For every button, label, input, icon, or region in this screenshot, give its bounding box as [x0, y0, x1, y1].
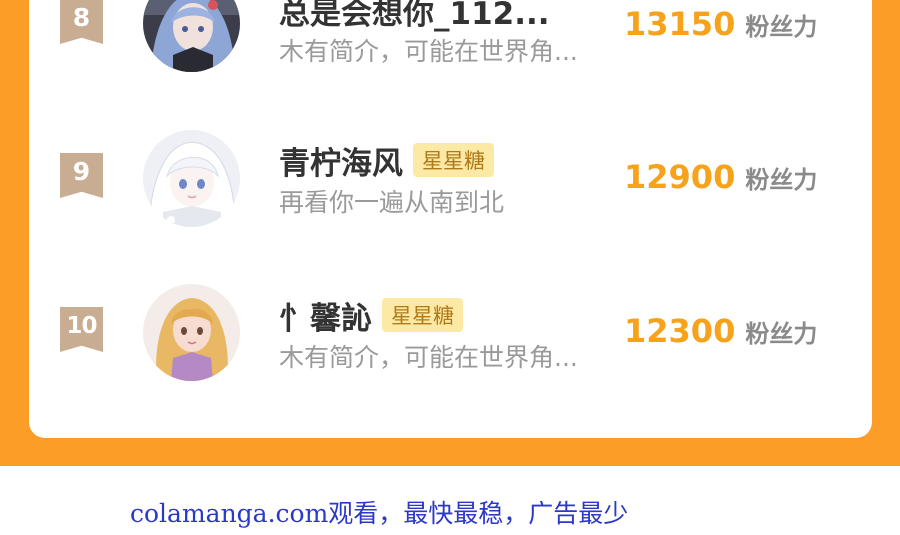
- user-name: 青柠海风: [279, 145, 403, 182]
- avatar-image-anime-girl-white-hair: [143, 130, 240, 227]
- user-bio: 再看你一遍从南到北: [279, 188, 505, 217]
- user-name: 忄馨訫: [279, 300, 372, 337]
- fan-power-label: 粉丝力: [745, 166, 818, 194]
- rank-ribbon: 8: [60, 0, 103, 44]
- ranking-row[interactable]: 9 青柠海风 星星糖 再看你一遍从南到北 12900 粉丝力: [0, 128, 900, 228]
- fan-power-value: 12900: [624, 158, 736, 196]
- avatar-image-anime-girl-blue-hair: [143, 0, 240, 72]
- fan-power-value: 12300: [624, 312, 736, 350]
- rank-ribbon: 10: [60, 307, 103, 352]
- fan-power-value: 13150: [624, 5, 736, 43]
- avatar-image-cartoon-girl-blonde-hair: [143, 284, 240, 381]
- ranking-row[interactable]: 10 忄馨訫 星星糖 木有简介，可能在世界角... 12300 粉丝力: [0, 282, 900, 382]
- watermark-footer-text: colamanga.com观看，最快最稳，广告最少: [130, 499, 629, 528]
- avatar[interactable]: [143, 284, 240, 381]
- user-bio: 木有简介，可能在世界角...: [279, 343, 578, 372]
- rank-ribbon: 9: [60, 153, 103, 198]
- fan-badge: 星星糖: [413, 143, 494, 177]
- fan-power-label: 粉丝力: [745, 13, 818, 41]
- avatar[interactable]: [143, 130, 240, 227]
- fan-badge: 星星糖: [382, 298, 463, 332]
- user-name: 总是会想你_112...: [279, 0, 550, 32]
- ranking-row[interactable]: 8 总是会想你_112... 木有简介，可能在世界角... 13150 粉丝力: [0, 0, 900, 74]
- fan-power-label: 粉丝力: [745, 320, 818, 348]
- user-bio: 木有简介，可能在世界角...: [279, 37, 578, 66]
- avatar[interactable]: [143, 0, 240, 72]
